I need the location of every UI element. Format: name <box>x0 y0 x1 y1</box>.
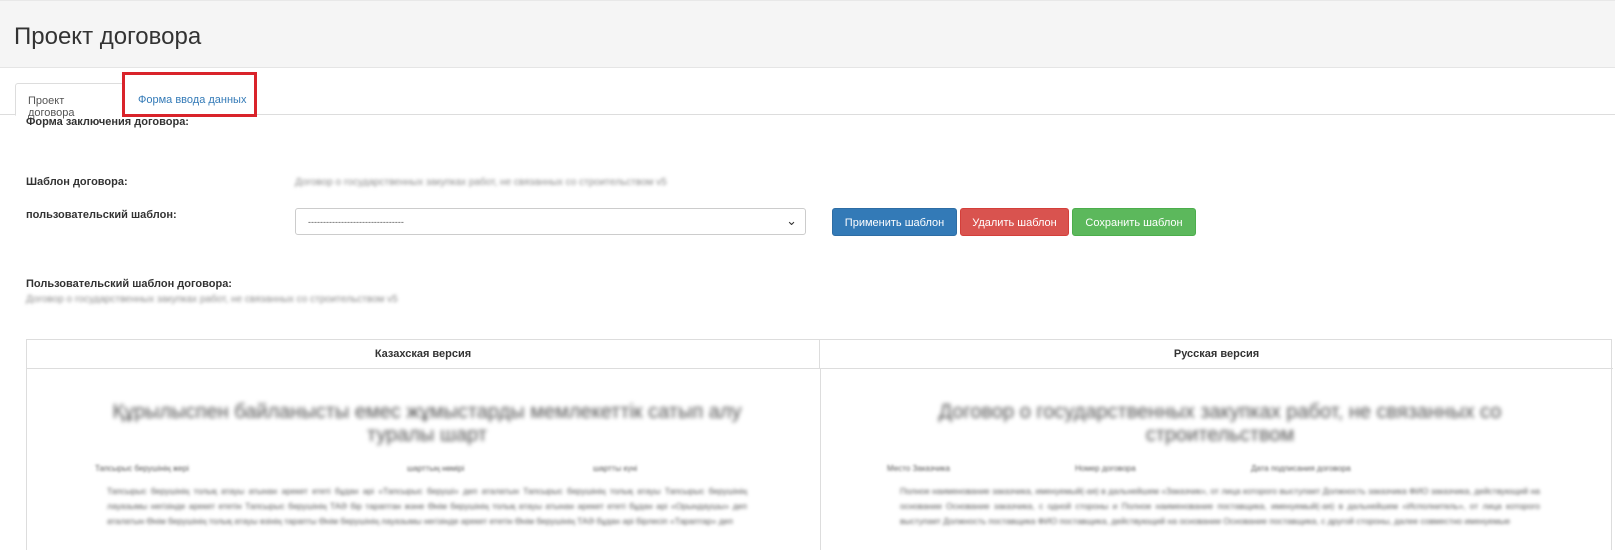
template-label: Шаблон договора: <box>26 176 128 188</box>
kazakh-doc-meta-date: шартты күні <box>593 464 638 473</box>
custom-template-label: Пользовательский шаблон договора: <box>26 278 232 290</box>
custom-template-value: Договор о государственных закупках работ… <box>26 294 398 305</box>
page-header: Проект договора <box>0 0 1615 68</box>
chevron-down-icon: ⌄ <box>786 213 797 228</box>
kazakh-doc-paragraph: Тапсырыс берушінің толық атауы атынан әр… <box>107 486 747 526</box>
delete-template-button[interactable]: Удалить шаблон <box>960 208 1069 236</box>
russian-doc-meta-date: Дата подписания договора <box>1251 464 1351 473</box>
tab-data-entry-form[interactable]: Форма ввода данных <box>126 83 258 116</box>
russian-version-header: Русская версия <box>820 340 1613 369</box>
kazakh-version-header: Казахская версия <box>27 340 820 369</box>
russian-doc-paragraph: Полное наименование заказчика, именуемый… <box>900 486 1540 526</box>
template-value: Договор о государственных закупках работ… <box>295 177 667 188</box>
kazakh-doc-meta-number: шарттың нөмірі <box>407 464 465 473</box>
russian-doc-title: Договор о государственных закупках работ… <box>938 401 1502 446</box>
versions-table: Казахская версия Русская версия Құрылысп… <box>26 339 1613 550</box>
conclusion-form-label: Форма заключения договора: <box>26 116 189 128</box>
tab-contract-draft[interactable]: Проект договора <box>15 83 124 119</box>
russian-doc-meta-number: Номер договора <box>1075 464 1136 473</box>
user-template-label: пользовательский шаблон: <box>26 209 177 221</box>
save-template-button[interactable]: Сохранить шаблон <box>1072 208 1196 236</box>
kazakh-doc-meta-place: Тапсырыс берушінің жері <box>95 464 189 473</box>
tab-bar: Проект договора Форма ввода данных <box>0 76 1615 119</box>
user-template-select-value: -------------------------------- <box>308 217 404 227</box>
column-divider <box>820 369 821 550</box>
apply-template-button[interactable]: Применить шаблон <box>832 208 957 236</box>
page-title: Проект договора <box>14 23 202 50</box>
user-template-select[interactable]: -------------------------------- ⌄ <box>295 208 806 235</box>
kazakh-doc-title: Құрылыспен байланысты емес жұмыстарды ме… <box>112 401 742 446</box>
russian-doc-meta-place: Место Заказчика <box>887 464 950 473</box>
